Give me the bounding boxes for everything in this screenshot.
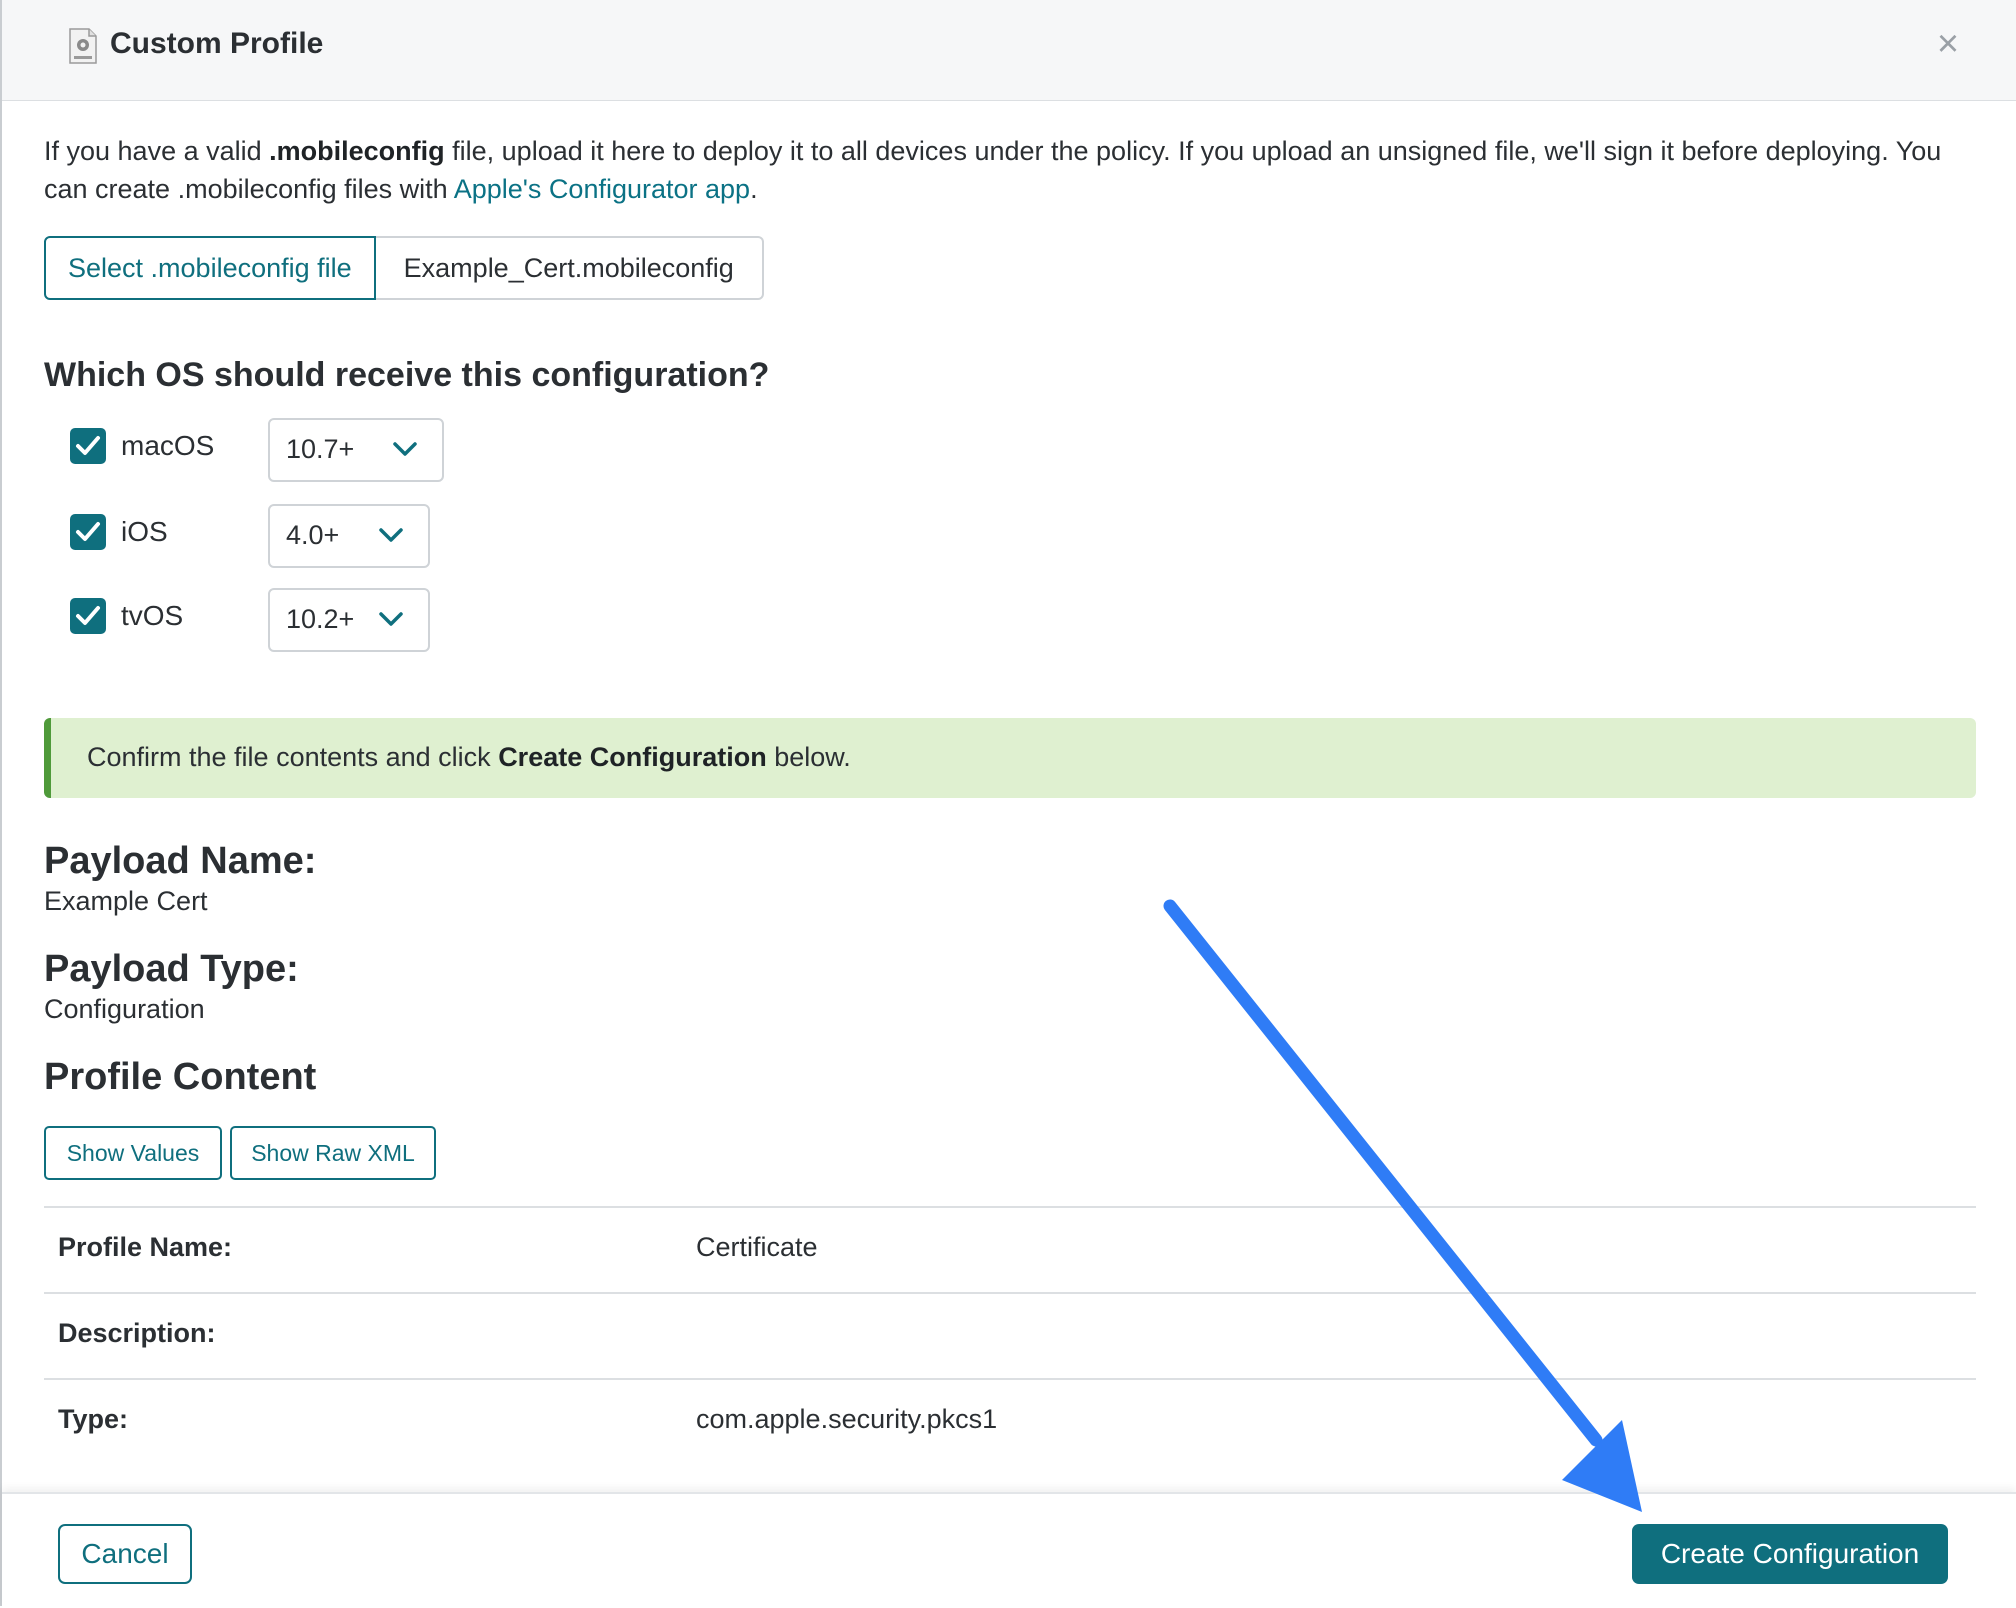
modal-header: Custom Profile × [2, 0, 2016, 101]
checkmark-icon [76, 606, 100, 625]
modal-footer: Cancel Create Configuration [2, 1492, 2016, 1608]
payload-name-value: Example Cert [44, 886, 208, 916]
profile-content-title: Profile Content [44, 1056, 317, 1098]
version-value: 10.2+ [286, 604, 355, 634]
alert-text-part: Confirm the file contents and click [87, 742, 499, 772]
show-values-button[interactable]: Show Values [44, 1126, 222, 1180]
confirm-alert: Confirm the file contents and click Crea… [44, 718, 1976, 798]
alert-text-part: below. [766, 742, 851, 772]
chevron-down-icon [379, 612, 403, 626]
chevron-down-icon [379, 528, 403, 542]
table-row: Description: [44, 1292, 1976, 1378]
checkmark-icon [76, 436, 100, 455]
intro-text-part: . [750, 174, 758, 204]
intro-text: If you have a valid .mobileconfig file, … [44, 132, 1974, 208]
tvos-checkbox[interactable] [70, 598, 106, 634]
chevron-down-icon [393, 442, 417, 456]
tvos-version-select[interactable]: 10.2+ [268, 588, 430, 652]
ios-checkbox[interactable] [70, 514, 106, 550]
row-value: com.apple.security.pkcs1 [696, 1404, 998, 1434]
macos-checkbox[interactable] [70, 428, 106, 464]
window-edge [0, 0, 2, 1606]
selected-file-name: Example_Cert.mobileconfig [375, 236, 764, 300]
macos-version-select[interactable]: 10.7+ [268, 418, 444, 482]
show-raw-xml-button[interactable]: Show Raw XML [230, 1126, 436, 1180]
select-file-button[interactable]: Select .mobileconfig file [44, 236, 376, 300]
modal-title: Custom Profile [110, 27, 324, 60]
row-key: Profile Name: [58, 1232, 233, 1262]
version-value: 4.0+ [286, 520, 340, 550]
alert-emphasis: Create Configuration [498, 742, 767, 772]
os-label: tvOS [121, 600, 184, 631]
config-file-icon [68, 28, 98, 64]
create-configuration-button[interactable]: Create Configuration [1632, 1524, 1948, 1584]
table-row: Type: com.apple.security.pkcs1 [44, 1378, 1976, 1464]
intro-text-part: If you have a valid [44, 136, 270, 166]
alert-text: Confirm the file contents and click Crea… [87, 742, 851, 773]
row-key: Type: [58, 1404, 129, 1434]
row-key: Description: [58, 1318, 216, 1348]
payload-type-value: Configuration [44, 994, 205, 1024]
version-value: 10.7+ [286, 434, 355, 464]
os-heading: Which OS should receive this configurati… [44, 356, 770, 394]
payload-name-title: Payload Name: [44, 840, 317, 882]
payload-type-title: Payload Type: [44, 948, 299, 990]
intro-file-ext: .mobileconfig [269, 136, 445, 166]
ios-version-select[interactable]: 4.0+ [268, 504, 430, 568]
os-label: macOS [121, 430, 215, 461]
profile-content-table: Profile Name: Certificate Description: T… [44, 1206, 1976, 1464]
close-icon[interactable]: × [1930, 25, 1966, 63]
os-label: iOS [121, 516, 168, 547]
table-row: Profile Name: Certificate [44, 1206, 1976, 1292]
file-picker: Select .mobileconfig file Example_Cert.m… [44, 236, 764, 300]
row-value: Certificate [696, 1232, 818, 1262]
checkmark-icon [76, 522, 100, 541]
cancel-button[interactable]: Cancel [58, 1524, 192, 1584]
configurator-link[interactable]: Apple's Configurator app [454, 174, 750, 204]
